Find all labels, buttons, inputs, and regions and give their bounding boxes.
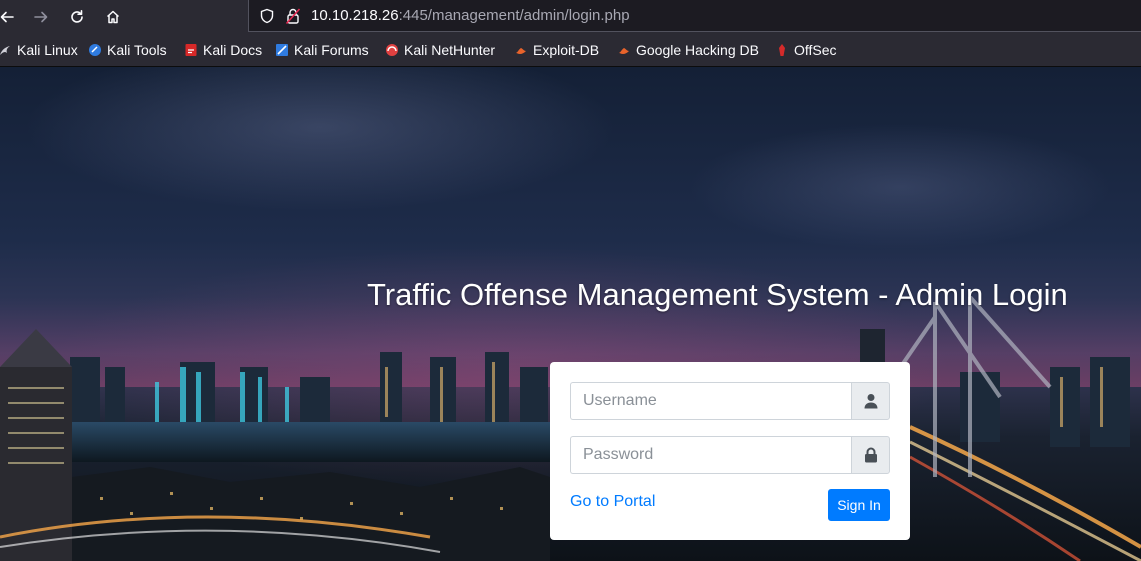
exploit-db-icon <box>516 48 526 54</box>
password-group <box>570 436 890 474</box>
url-text[interactable]: 10.10.218.26:445/management/admin/login.… <box>311 7 630 24</box>
bookmark-google-hacking-db[interactable]: Google Hacking DB <box>617 41 759 59</box>
bookmark-offsec[interactable]: OffSec <box>775 41 837 59</box>
url-path: :445/management/admin/login.php <box>398 7 630 24</box>
password-addon <box>851 436 890 474</box>
kali-dragon-icon <box>0 46 10 55</box>
username-addon <box>851 382 890 420</box>
nethunter-icon <box>386 44 398 56</box>
bookmark-label: Kali Forums <box>294 42 369 58</box>
login-page: Traffic Offense Management System - Admi… <box>0 67 1141 561</box>
browser-toolbar: 10.10.218.26:445/management/admin/login.… <box>0 0 1141 33</box>
offsec-icon <box>779 44 785 56</box>
kali-tools-icon <box>89 44 101 56</box>
bookmark-label: Kali Docs <box>203 42 263 58</box>
url-host: 10.10.218.26 <box>311 7 399 24</box>
bookmark-label: Kali Linux <box>17 42 78 58</box>
back-button[interactable] <box>0 4 20 28</box>
bookmark-kali-tools[interactable]: Kali Tools <box>88 41 167 59</box>
ghdb-icon <box>619 48 629 54</box>
bookmark-exploit-db[interactable]: Exploit-DB <box>514 41 599 59</box>
bookmark-label: Kali Tools <box>107 42 167 58</box>
reload-button[interactable] <box>64 4 90 28</box>
bookmark-label: Google Hacking DB <box>636 42 759 58</box>
home-icon <box>106 10 120 23</box>
user-icon <box>864 394 877 409</box>
username-input[interactable] <box>570 382 851 420</box>
username-group <box>570 382 890 420</box>
arrow-right-icon <box>34 11 48 22</box>
bookmark-kali-nethunter[interactable]: Kali NetHunter <box>385 41 495 59</box>
lock-icon <box>864 447 877 463</box>
forward-button[interactable] <box>28 4 54 28</box>
bookmark-label: OffSec <box>794 42 837 58</box>
arrow-left-icon <box>0 11 14 22</box>
bookmark-label: Exploit-DB <box>533 42 600 58</box>
bookmark-label: Kali NetHunter <box>404 42 496 58</box>
password-input[interactable] <box>570 436 851 474</box>
tracking-shield-icon[interactable] <box>259 8 275 24</box>
insecure-lock-icon[interactable] <box>285 7 301 25</box>
sign-in-button[interactable]: Sign In <box>828 489 890 521</box>
login-title: Traffic Offense Management System - Admi… <box>367 277 1068 312</box>
bookmarks-bar: Kali Linux Kali Tools Kali Docs Kali For… <box>0 33 1141 67</box>
bookmark-kali-docs[interactable]: Kali Docs <box>184 41 262 59</box>
kali-docs-icon <box>185 44 197 56</box>
bookmark-kali-linux[interactable]: Kali Linux <box>0 41 78 59</box>
kali-forums-icon <box>276 44 288 56</box>
home-button[interactable] <box>100 4 126 28</box>
address-bar[interactable]: 10.10.218.26:445/management/admin/login.… <box>248 0 1141 32</box>
bookmark-kali-forums[interactable]: Kali Forums <box>275 41 369 59</box>
go-to-portal-link[interactable]: Go to Portal <box>570 493 655 511</box>
reload-icon <box>71 9 83 23</box>
login-card: Go to Portal Sign In <box>550 362 910 540</box>
